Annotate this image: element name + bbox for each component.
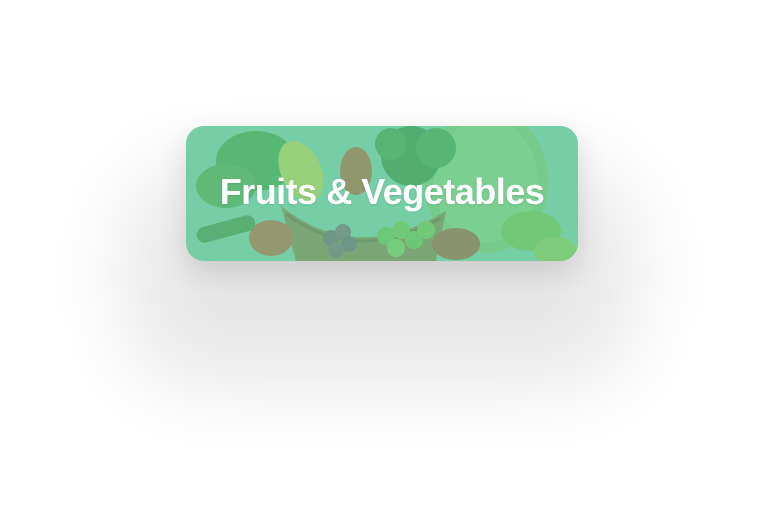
category-title: Fruits & Vegetables	[219, 171, 545, 212]
category-card-fruits-vegetables[interactable]: Fruits & Vegetables	[186, 126, 578, 261]
page-background: Fruits & Vegetables	[0, 0, 764, 508]
